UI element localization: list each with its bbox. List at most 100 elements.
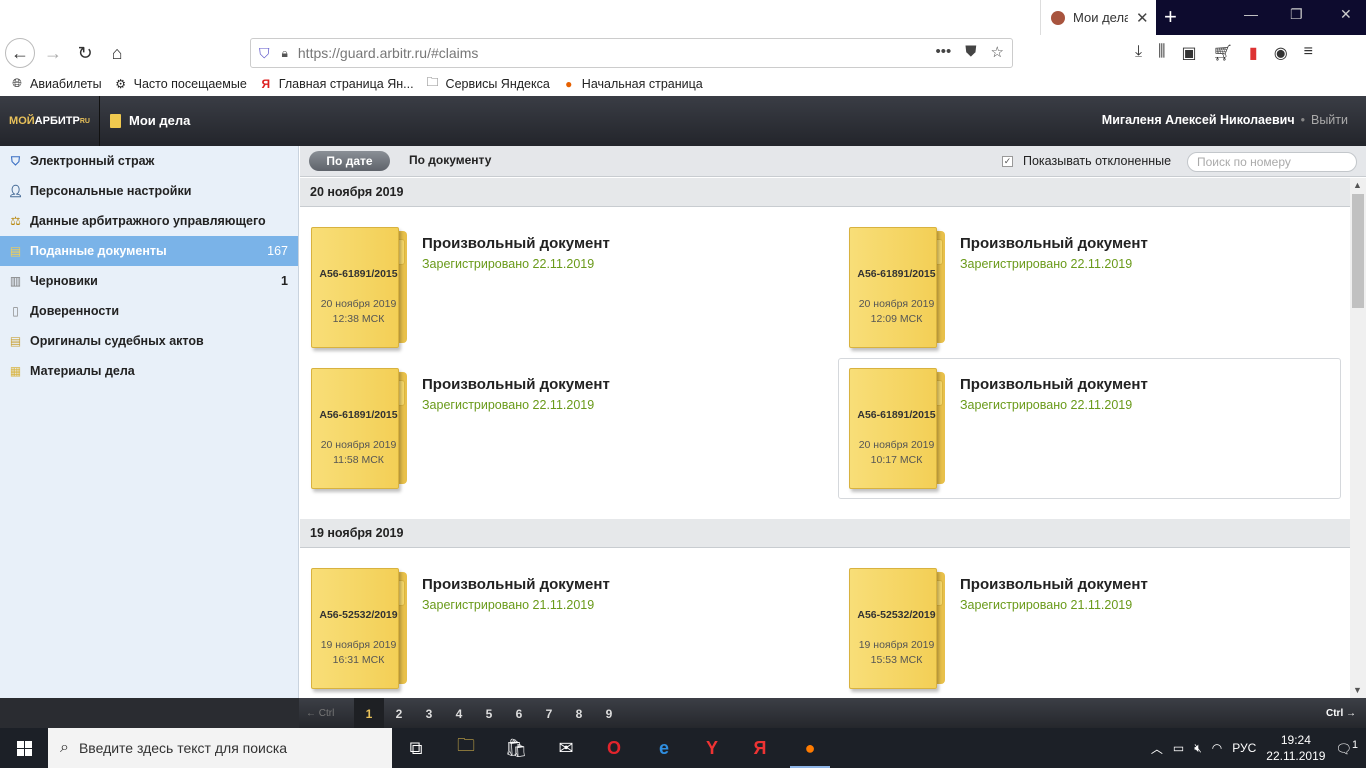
- sidebar-item-court-acts[interactable]: ▤ Оригиналы судебных актов: [0, 326, 298, 356]
- start-button[interactable]: [0, 728, 48, 768]
- document-card[interactable]: А56-61891/2015 20 ноября 2019 11:58 МСК …: [300, 358, 803, 499]
- bookmark-item[interactable]: Я Главная страница Ян...: [259, 77, 413, 91]
- page-link[interactable]: 8: [564, 698, 594, 728]
- page-link[interactable]: 9: [594, 698, 624, 728]
- file-explorer-icon[interactable]: 🗀: [442, 728, 490, 768]
- gear-icon: ⚙: [115, 76, 126, 91]
- document-title[interactable]: Произвольный документ: [422, 235, 610, 252]
- vertical-scrollbar[interactable]: ▲ ▼: [1350, 178, 1366, 698]
- document-card[interactable]: А56-61891/2015 20 ноября 2019 12:09 МСК …: [838, 217, 1341, 358]
- clock[interactable]: 19:24 22.11.2019: [1266, 732, 1325, 764]
- document-card[interactable]: А56-52532/2019 19 ноября 2019 16:31 МСК …: [300, 558, 803, 698]
- bookmark-item[interactable]: ● Начальная страница: [562, 77, 703, 91]
- account-icon[interactable]: ◉: [1274, 43, 1288, 63]
- bookmark-item[interactable]: ⚙ Часто посещаемые: [114, 77, 247, 91]
- tracking-protection-icon[interactable]: ⛉: [259, 45, 270, 62]
- yandex-browser-icon[interactable]: Y: [688, 728, 736, 768]
- pocket-icon[interactable]: ⛊: [965, 43, 976, 61]
- cart-icon[interactable]: 🛒︎: [1213, 43, 1233, 63]
- page-link[interactable]: 3: [414, 698, 444, 728]
- sidebar-item-power-of-attorney[interactable]: ▯ Доверенности: [0, 296, 298, 326]
- page-link[interactable]: 2: [384, 698, 414, 728]
- page-link-current[interactable]: 1: [354, 698, 384, 728]
- user-icon: 👤︎: [7, 184, 24, 198]
- taskbar-search-box[interactable]: ⌕ Введите здесь текст для поиска: [48, 728, 392, 768]
- sidebar-toggle-icon[interactable]: ▣: [1181, 43, 1196, 63]
- extension-flag-icon[interactable]: ▮: [1249, 43, 1258, 63]
- mail-icon[interactable]: ✉: [542, 728, 590, 768]
- edge-icon[interactable]: e: [640, 728, 688, 768]
- submit-time: 12:09 МСК: [870, 313, 923, 325]
- yandex-icon[interactable]: Я: [736, 728, 784, 768]
- inbox-icon: ▤: [9, 244, 22, 258]
- language-indicator[interactable]: РУС: [1232, 741, 1256, 755]
- page-link[interactable]: 6: [504, 698, 534, 728]
- close-window-icon[interactable]: ✕: [1340, 6, 1352, 23]
- submit-date: 20 ноября 2019: [858, 298, 935, 310]
- bookmark-star-icon[interactable]: ☆: [991, 43, 1004, 61]
- scroll-down-icon[interactable]: ▼: [1353, 685, 1362, 695]
- lock-icon[interactable]: 🔒︎: [282, 46, 288, 61]
- main-content: По дате По документу ✓ Показывать отклон…: [300, 146, 1366, 698]
- sidebar-item-electronic-guard[interactable]: ⛉ Электронный страж: [0, 146, 298, 176]
- battery-icon[interactable]: ▭: [1173, 741, 1184, 755]
- minimize-icon[interactable]: —: [1244, 6, 1258, 22]
- document-card[interactable]: А56-61891/2015 20 ноября 2019 12:38 МСК …: [300, 217, 803, 358]
- browser-tab[interactable]: Мои дела ✕: [1040, 0, 1156, 35]
- new-tab-icon[interactable]: +: [1164, 4, 1177, 30]
- downloads-icon[interactable]: ⤓: [1135, 43, 1142, 63]
- sidebar-item-submitted-documents[interactable]: ▤ Поданные документы 167: [0, 236, 298, 266]
- restore-icon[interactable]: ❐: [1290, 6, 1303, 23]
- search-by-number-input[interactable]: [1187, 152, 1357, 172]
- library-icon[interactable]: ⫼: [1158, 43, 1165, 63]
- document-title[interactable]: Произвольный документ: [960, 376, 1148, 393]
- menu-icon[interactable]: ≡: [1304, 43, 1313, 63]
- case-number: А56-52532/2019: [319, 609, 398, 621]
- store-icon[interactable]: 🛍︎: [492, 728, 540, 768]
- show-declined-checkbox[interactable]: ✓: [1002, 156, 1013, 167]
- sidebar-item-drafts[interactable]: ▥ Черновики 1: [0, 266, 298, 296]
- address-bar[interactable]: ⛉ 🔒︎ https://guard.arbitr.ru/#claims •••…: [250, 38, 1013, 68]
- sidebar-item-personal-settings[interactable]: 👤︎ Персональные настройки: [0, 176, 298, 206]
- document-title[interactable]: Произвольный документ: [422, 576, 610, 593]
- url-text[interactable]: https://guard.arbitr.ru/#claims: [298, 45, 479, 61]
- page-actions-icon[interactable]: •••: [936, 43, 952, 61]
- search-icon: ⌕: [60, 739, 69, 756]
- next-page-link[interactable]: Ctrl →: [1326, 708, 1356, 719]
- logo[interactable]: МОЙ АРБИТР RU: [0, 96, 100, 146]
- reload-button[interactable]: ↻: [70, 39, 100, 67]
- close-tab-icon[interactable]: ✕: [1136, 9, 1149, 27]
- bookmark-item[interactable]: 🗀 Сервисы Яндекса: [426, 75, 550, 91]
- sidebar-item-manager-data[interactable]: ⚖ Данные арбитражного управляющего: [0, 206, 298, 236]
- page-link[interactable]: 4: [444, 698, 474, 728]
- firefox-icon[interactable]: ●: [786, 728, 834, 768]
- tray-expand-icon[interactable]: ︿: [1151, 740, 1163, 757]
- scroll-up-icon[interactable]: ▲: [1353, 180, 1362, 190]
- task-view-icon[interactable]: ⧉: [392, 728, 440, 768]
- bookmark-item[interactable]: 🌐︎ Авиабилеты: [10, 76, 101, 91]
- page-link[interactable]: 7: [534, 698, 564, 728]
- network-icon[interactable]: ◠: [1212, 741, 1222, 755]
- document-title[interactable]: Произвольный документ: [960, 235, 1148, 252]
- scrollbar-thumb[interactable]: [1352, 194, 1364, 308]
- tab-strip-controls: + — ❐ ✕: [1156, 0, 1366, 35]
- home-button[interactable]: ⌂: [102, 39, 132, 67]
- folder-icon: 🗀: [426, 75, 439, 89]
- notifications-icon[interactable]: 🗨︎1: [1335, 739, 1358, 757]
- logout-link[interactable]: Выйти: [1311, 113, 1348, 127]
- show-declined-label: Показывать отклоненные: [1023, 154, 1172, 168]
- sidebar-item-case-materials[interactable]: ▦ Материалы дела: [0, 356, 298, 386]
- page-link[interactable]: 5: [474, 698, 504, 728]
- document-title[interactable]: Произвольный документ: [960, 576, 1148, 593]
- app-header: МОЙ АРБИТР RU Мои дела Мигаленя Алексей Ни…: [0, 96, 1366, 146]
- opera-icon[interactable]: O: [590, 728, 638, 768]
- document-card[interactable]: А56-61891/2015 20 ноября 2019 10:17 МСК …: [838, 358, 1341, 499]
- prev-page-link[interactable]: ← Ctrl: [306, 708, 334, 719]
- sort-by-document-button[interactable]: По документу: [409, 153, 491, 167]
- volume-icon[interactable]: 🔇︎: [1194, 741, 1202, 756]
- sort-by-date-button[interactable]: По дате: [309, 151, 390, 171]
- document-card[interactable]: А56-52532/2019 19 ноября 2019 15:53 МСК …: [838, 558, 1341, 698]
- document-title[interactable]: Произвольный документ: [422, 376, 610, 393]
- back-button[interactable]: ←: [5, 38, 35, 68]
- forward-button[interactable]: →: [38, 39, 68, 67]
